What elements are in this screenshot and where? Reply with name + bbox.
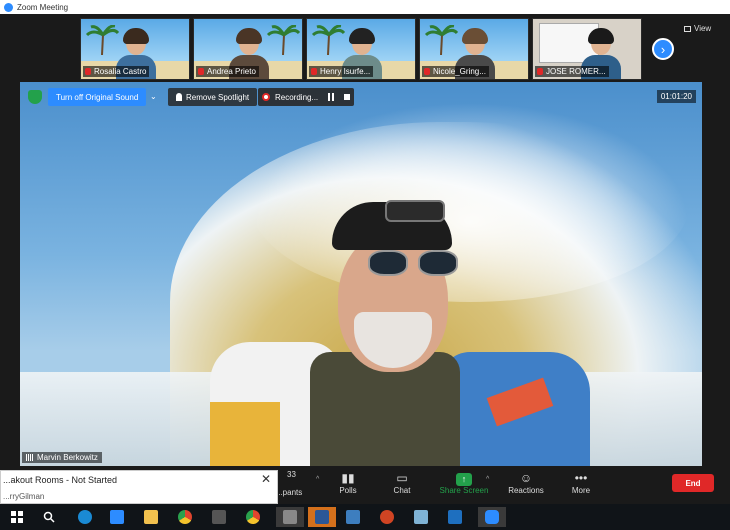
participant-nameplate: JOSE ROMER... (535, 66, 609, 77)
palm-tree-icon (311, 25, 345, 55)
breakout-host-name: ...rryGilman (3, 492, 45, 501)
security-shield-icon[interactable] (28, 90, 42, 104)
meeting-timer: 01:01:20 (656, 90, 696, 103)
powerpoint-icon[interactable] (376, 507, 398, 527)
zoom-app-icon (4, 2, 13, 12)
app-badge-icon[interactable] (276, 507, 304, 527)
grid-view-icon (684, 25, 691, 32)
participants-button[interactable]: ...pants (276, 488, 302, 497)
muted-mic-icon (537, 68, 543, 75)
share-screen-button[interactable]: ↑ Share Screen (434, 470, 494, 495)
bar-chart-icon: ▮▮ (341, 471, 355, 485)
movies-icon[interactable] (444, 507, 466, 527)
chat-bubble-icon: ▭ (396, 471, 408, 485)
next-page-button[interactable]: › (652, 38, 674, 60)
participant-strip: Rosalia Castro Andrea Prieto Henry Isurf… (0, 14, 730, 82)
view-button[interactable]: View (684, 24, 711, 33)
original-sound-button[interactable]: Turn off Original Sound (48, 88, 147, 106)
chevron-up-icon[interactable]: ^ (486, 476, 489, 483)
speaker-nameplate: Marvin Berkowitz (22, 452, 102, 463)
title-bar: Zoom Meeting (0, 0, 730, 14)
breakout-title: ...akout Rooms - Not Started (3, 475, 118, 485)
muted-mic-icon (198, 68, 204, 75)
windows-start-icon[interactable] (6, 507, 28, 527)
share-screen-icon: ↑ (456, 473, 472, 486)
participant-nameplate: Rosalia Castro (83, 66, 150, 77)
palm-tree-icon (85, 25, 119, 55)
muted-mic-icon (311, 68, 317, 75)
more-dots-icon: ••• (574, 471, 588, 485)
photos-icon[interactable] (342, 507, 364, 527)
remove-spotlight-button[interactable]: Remove Spotlight (168, 88, 258, 106)
participant-nameplate: Henry Isurfe... (309, 66, 374, 77)
chrome-icon-alt[interactable] (242, 507, 264, 527)
participant-thumbnail[interactable]: Andrea Prieto (193, 18, 303, 80)
store-icon[interactable] (208, 507, 230, 527)
end-meeting-button[interactable]: End (672, 474, 714, 492)
zoom-taskbar-icon[interactable] (478, 507, 506, 527)
audio-level-icon (26, 454, 34, 461)
palm-tree-icon (266, 25, 300, 55)
emoji-plus-icon: ☺ (519, 471, 533, 485)
participant-thumbnail[interactable]: Rosalia Castro (80, 18, 190, 80)
windows-taskbar (0, 504, 730, 530)
chat-button[interactable]: ▭ Chat (372, 470, 432, 495)
muted-mic-icon (424, 68, 430, 75)
reactions-button[interactable]: ☺ Reactions (496, 470, 556, 495)
zoom-meeting-window: Zoom Meeting Rosalia Castro Andrea Priet… (0, 0, 730, 530)
stop-recording-icon[interactable] (344, 94, 351, 100)
polls-button[interactable]: ▮▮ Polls (318, 470, 378, 495)
participants-count: 33 (287, 470, 296, 479)
palm-tree-icon (424, 25, 458, 55)
recording-indicator: Recording... (258, 88, 355, 106)
edge-browser-icon[interactable] (74, 507, 96, 527)
pause-recording-icon[interactable] (328, 93, 335, 101)
close-icon[interactable]: ✕ (261, 472, 271, 486)
record-icon (262, 93, 270, 101)
search-icon[interactable] (38, 507, 60, 527)
main-speaker-video (20, 82, 702, 466)
more-button[interactable]: ••• More (551, 470, 611, 495)
chevron-right-icon: › (660, 41, 666, 57)
breakout-rooms-popup: ...akout Rooms - Not Started ...rryGilma… (0, 470, 278, 504)
app-l-icon[interactable] (106, 507, 128, 527)
pin-icon (176, 93, 182, 101)
chevron-down-icon[interactable]: ⌄ (150, 92, 157, 101)
meeting-controls-bar: Turn off Original Sound ⌄ Remove Spotlig… (20, 86, 702, 108)
participant-nameplate: Andrea Prieto (196, 66, 259, 77)
word-icon[interactable] (308, 507, 336, 527)
participant-nameplate: Nicole_Gring... (422, 66, 489, 77)
participant-thumbnail[interactable]: Nicole_Gring... (419, 18, 529, 80)
file-explorer-icon[interactable] (140, 507, 162, 527)
notes-icon[interactable] (410, 507, 432, 527)
participant-thumbnail[interactable]: Henry Isurfe... (306, 18, 416, 80)
participant-thumbnail[interactable]: JOSE ROMER... (532, 18, 642, 80)
chrome-icon[interactable] (174, 507, 196, 527)
muted-mic-icon (85, 68, 91, 75)
window-title: Zoom Meeting (17, 2, 69, 12)
